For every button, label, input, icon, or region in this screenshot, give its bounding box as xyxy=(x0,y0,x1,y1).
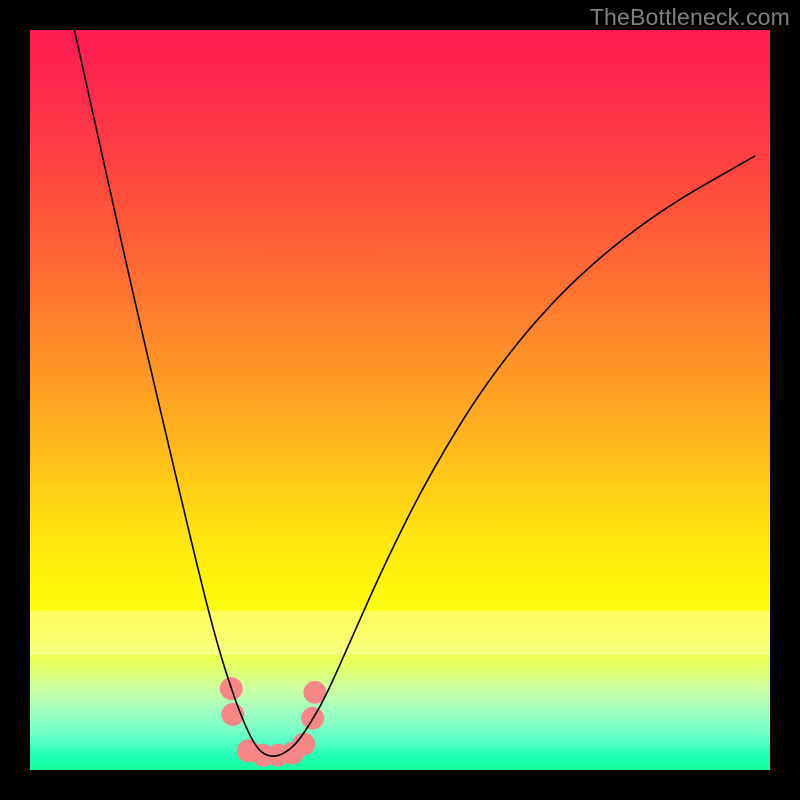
plot-area xyxy=(30,30,770,770)
bottleneck-curve-path xyxy=(74,30,755,756)
curve-svg xyxy=(30,30,770,770)
watermark-text: TheBottleneck.com xyxy=(590,4,790,31)
chart-frame: TheBottleneck.com xyxy=(0,0,800,800)
